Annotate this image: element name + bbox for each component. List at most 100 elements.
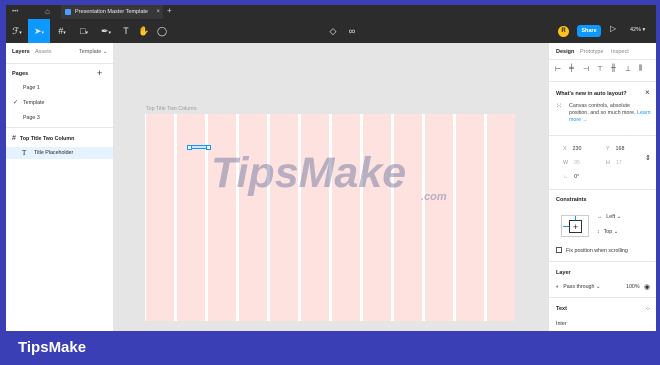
design-canvas[interactable]: Top Title Two Column TipsMake .com xyxy=(114,43,548,331)
template-dropdown[interactable]: Template ⌄ xyxy=(79,49,107,55)
layer-blend-row: ◐ Pass through ⌄ 100% ◉ xyxy=(556,283,651,291)
whats-new-body: Canvas controls, absolute position, and … xyxy=(569,103,651,124)
align-center-horizontal-icon[interactable]: ╪ xyxy=(569,65,574,72)
rotation-field[interactable]: ∟ 0° xyxy=(563,174,579,180)
tab-assets[interactable]: Assets xyxy=(35,49,52,55)
align-top-icon[interactable]: ⊤ xyxy=(597,65,603,73)
comment-tool-button[interactable]: ◯ xyxy=(153,19,171,43)
align-bottom-icon[interactable]: ⊥ xyxy=(625,65,631,73)
share-button[interactable]: Share xyxy=(577,25,601,37)
left-panel: Layers Assets Template ⌄ Pages + Page 1 … xyxy=(6,43,114,331)
x-field[interactable]: X 230 xyxy=(563,146,581,152)
pen-tool-button[interactable]: ✒▾ xyxy=(96,19,116,43)
text-styles-icon[interactable]: ⁘ xyxy=(645,305,651,313)
top-constraint-marker xyxy=(575,216,576,220)
page-item-active[interactable]: Template xyxy=(23,100,45,106)
shape-tool-button[interactable]: □▾ xyxy=(74,19,94,43)
divider xyxy=(549,261,656,262)
layout-grid-column xyxy=(332,114,360,321)
watermark: TipsMake xyxy=(211,149,407,197)
horizontal-constraint-icon: ↔ xyxy=(597,214,603,220)
y-field[interactable]: Y 168 xyxy=(606,146,624,152)
tab-design[interactable]: Design xyxy=(556,49,574,55)
move-tool-button[interactable]: ➤▾ xyxy=(28,19,50,43)
add-page-button[interactable]: + xyxy=(97,68,102,78)
constraints-title: Constraints xyxy=(556,197,587,203)
align-left-icon[interactable]: ⊢ xyxy=(555,65,561,73)
whats-new-description: Canvas controls, absolute position, and … xyxy=(569,103,636,116)
frame-label[interactable]: Top Title Two Column xyxy=(146,106,197,112)
title-placeholder-selection[interactable] xyxy=(187,145,211,150)
tab-layers[interactable]: Layers xyxy=(12,49,30,55)
layer-frame-item[interactable]: # Top Title Two Column xyxy=(12,135,112,142)
user-avatar[interactable]: R xyxy=(558,26,569,37)
left-panel-tabs: Layers Assets Template ⌄ xyxy=(12,49,112,59)
eye-icon[interactable]: ◉ xyxy=(644,283,650,291)
divider xyxy=(549,135,656,136)
divider xyxy=(6,63,114,64)
fix-position-checkbox[interactable]: Fix position when scrolling xyxy=(556,247,628,254)
constrain-proportions-icon[interactable]: ⇕ xyxy=(645,154,651,162)
font-family-dropdown[interactable]: Inter xyxy=(556,321,567,327)
file-tab-title: Presentation Master Template xyxy=(75,9,148,15)
h-value: 17 xyxy=(615,160,622,166)
align-right-icon[interactable]: ⊣ xyxy=(583,65,589,73)
fix-position-label: Fix position when scrolling xyxy=(566,248,628,254)
rotation-value: 0° xyxy=(574,174,580,180)
text-section-title: Text xyxy=(556,306,567,312)
close-tab-icon[interactable]: × xyxy=(156,5,160,19)
hand-tool-button[interactable]: ✋ xyxy=(135,19,153,43)
layer-text-label: Title Placeholder xyxy=(34,150,74,156)
window-menu-dots[interactable]: ••• xyxy=(12,9,18,15)
vertical-constraint-value: Top xyxy=(603,229,613,235)
frame-icon: # xyxy=(12,135,16,142)
frame-tool-button[interactable]: #▾ xyxy=(52,19,72,43)
main-menu-button[interactable]: ℱ▾ xyxy=(6,19,28,43)
x-label: X xyxy=(563,146,567,152)
layout-grid-column xyxy=(425,114,453,321)
auto-layout-icon: ⁙ xyxy=(556,103,562,110)
present-play-icon[interactable]: ▷ xyxy=(610,24,616,33)
divider xyxy=(6,127,114,128)
zoom-value: 42% xyxy=(630,27,642,33)
zoom-level[interactable]: 42% ▾ xyxy=(630,27,645,33)
close-icon[interactable]: × xyxy=(645,88,650,97)
divider xyxy=(549,297,656,298)
component-icon[interactable]: ◇ xyxy=(324,19,342,43)
constraints-widget[interactable]: + xyxy=(561,215,589,237)
horizontal-constraint-value: Left xyxy=(606,214,616,220)
distribute-icon[interactable]: ⫼ xyxy=(639,65,642,73)
align-center-vertical-icon[interactable]: ╫ xyxy=(611,65,616,72)
width-field[interactable]: W 95 xyxy=(563,160,580,166)
w-value: 95 xyxy=(574,160,580,166)
x-value: 230 xyxy=(572,146,582,152)
home-icon[interactable]: ⌂ xyxy=(45,7,54,16)
height-field[interactable]: H 17 xyxy=(606,160,622,166)
page-item[interactable]: Page 1 xyxy=(23,85,40,91)
layer-section-title: Layer xyxy=(556,270,571,276)
file-tab[interactable]: Presentation Master Template × xyxy=(61,5,163,19)
h-label: H xyxy=(606,160,610,166)
opacity-value[interactable]: 100% xyxy=(626,284,640,290)
layout-grid-column xyxy=(456,114,484,321)
rotation-label: ∟ xyxy=(563,174,569,180)
new-tab-button[interactable]: + xyxy=(167,6,172,15)
horizontal-constraint-dropdown[interactable]: ↔ Left ⌄ xyxy=(597,214,621,220)
blend-mode-dropdown[interactable]: Pass through xyxy=(563,284,594,290)
right-panel: Design Prototype Inspect ⊢ ╪ ⊣ ⊤ ╫ ⊥ ⫼ W… xyxy=(548,43,656,331)
tab-prototype[interactable]: Prototype xyxy=(580,49,604,55)
layer-frame-label: Top Title Two Column xyxy=(19,136,75,142)
layout-grid-column xyxy=(208,114,236,321)
page-item[interactable]: Page 3 xyxy=(23,115,40,121)
tab-inspect[interactable]: Inspect xyxy=(611,49,629,55)
pages-title: Pages xyxy=(12,71,29,77)
vertical-constraint-dropdown[interactable]: ↕ Top ⌄ xyxy=(597,229,618,235)
whats-new-title: What's new in auto layout? xyxy=(556,91,627,97)
app-window: ••• ⌂ Presentation Master Template × + ℱ… xyxy=(6,5,656,331)
text-tool-button[interactable]: T xyxy=(117,19,135,43)
link-icon[interactable]: ∞ xyxy=(343,19,361,43)
layout-grid-column xyxy=(394,114,422,321)
layer-text-item[interactable]: T Title Placeholder xyxy=(6,147,113,159)
layout-grid-column xyxy=(270,114,298,321)
layout-grid-column xyxy=(146,114,174,321)
